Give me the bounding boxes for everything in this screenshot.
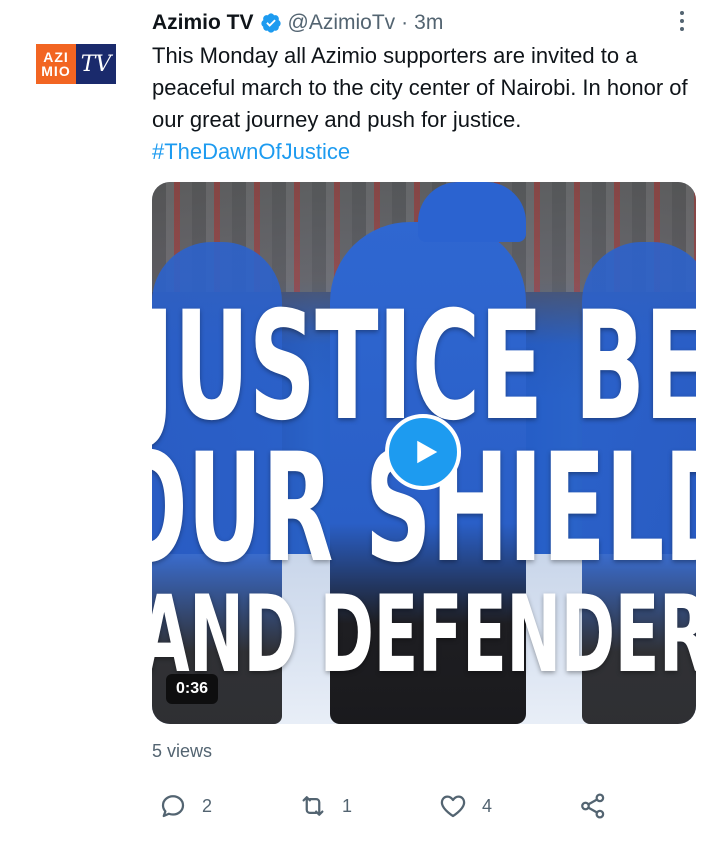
view-count: 5 views bbox=[152, 741, 213, 761]
avatar[interactable]: AZI MIO TV bbox=[36, 44, 116, 84]
display-name[interactable]: Azimio TV bbox=[152, 11, 254, 35]
handle[interactable]: @AzimioTv bbox=[288, 11, 396, 35]
reply-count: 2 bbox=[202, 795, 213, 816]
more-dot bbox=[680, 27, 684, 31]
tweet-header: Azimio TV @AzimioTv · 3m bbox=[152, 8, 443, 38]
retweet-count: 1 bbox=[342, 795, 353, 816]
separator-dot: · bbox=[401, 11, 409, 34]
reply-button[interactable]: 2 bbox=[158, 788, 212, 824]
retweet-icon bbox=[302, 796, 324, 816]
reply-icon bbox=[161, 795, 185, 818]
play-icon bbox=[416, 440, 437, 464]
hashtag-link[interactable]: #TheDawnOfJustice bbox=[152, 136, 350, 168]
play-button[interactable] bbox=[385, 414, 461, 490]
more-dot bbox=[680, 19, 684, 23]
foreground-cap bbox=[418, 182, 526, 242]
like-button[interactable]: 4 bbox=[438, 788, 492, 824]
action-bar: 2 1 4 bbox=[152, 788, 622, 824]
verified-badge-icon bbox=[260, 13, 281, 33]
avatar-text-bottom: MIO bbox=[41, 63, 71, 79]
more-dot bbox=[680, 11, 684, 15]
avatar-logo-right: TV bbox=[76, 44, 116, 84]
share-button[interactable] bbox=[578, 788, 608, 824]
more-options-icon[interactable] bbox=[676, 6, 688, 36]
retweet-button[interactable]: 1 bbox=[298, 788, 352, 824]
timestamp[interactable]: 3m bbox=[414, 11, 443, 35]
tweet-text: This Monday all Azimio supporters are in… bbox=[152, 43, 688, 132]
like-count: 4 bbox=[482, 795, 493, 816]
video-duration: 0:36 bbox=[166, 674, 219, 704]
overlay-line-3: AND DEFENDER bbox=[152, 573, 696, 696]
avatar-text-top: AZI bbox=[43, 49, 69, 65]
video-overlay-text: JUSTICE BE OUR SHIELD AND DEFENDER bbox=[152, 292, 696, 688]
heart-icon bbox=[440, 795, 466, 818]
share-icon bbox=[581, 793, 605, 819]
video-player[interactable]: JUSTICE BE OUR SHIELD AND DEFENDER 0:36 bbox=[152, 182, 696, 724]
avatar-logo-left: AZI MIO bbox=[36, 44, 76, 84]
avatar-text-right: TV bbox=[80, 51, 112, 77]
